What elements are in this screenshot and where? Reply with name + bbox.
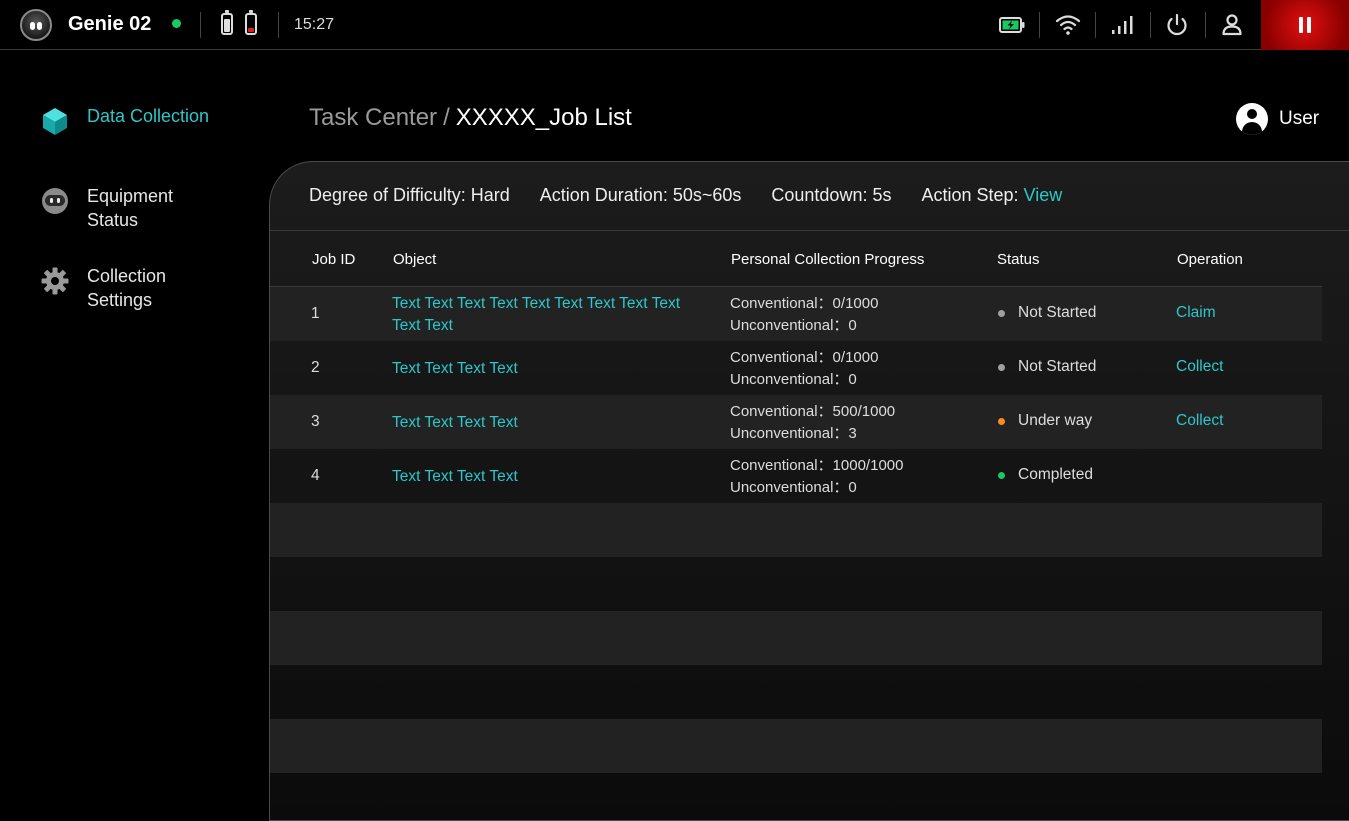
table-row: 4 Text Text Text Text Conventional：1000/… (270, 449, 1322, 503)
power-icon[interactable] (1162, 10, 1192, 40)
battery-icon (221, 10, 233, 35)
divider (1039, 12, 1040, 38)
page-title: XXXXX_Job List (455, 104, 632, 131)
object-link[interactable]: Text Text Text Text (392, 466, 712, 488)
pause-icon (1299, 17, 1303, 33)
column-header-operation: Operation (1177, 251, 1243, 268)
breadcrumb-separator: / (443, 104, 450, 131)
collection-progress: Conventional：500/1000 Unconventional：3 (730, 401, 895, 445)
job-id: 1 (311, 305, 320, 322)
user-name: User (1279, 108, 1320, 129)
breadcrumb: Task Center / XXXXX_Job List (309, 104, 632, 132)
cube-icon (43, 108, 67, 135)
top-status-bar: Genie 02 15:27 (0, 0, 1349, 50)
sidebar: Data Collection Equipment Status Collect… (0, 51, 270, 806)
avatar-icon (1236, 103, 1268, 135)
status-badge: Under way (998, 412, 1092, 430)
online-status-dot (172, 19, 181, 28)
status-dot (998, 363, 1005, 371)
sidebar-item-label: Equipment Status (87, 186, 174, 230)
clock: 15:27 (294, 16, 335, 33)
conventional-progress: Conventional：1000/1000 (730, 457, 904, 474)
divider (278, 12, 279, 38)
job-id: 4 (311, 467, 320, 484)
empty-row (270, 557, 1322, 611)
column-header-object: Object (393, 251, 437, 268)
unconventional-progress: Unconventional：3 (730, 425, 857, 442)
status-dot (998, 309, 1005, 317)
table-row: 2 Text Text Text Text Conventional：0/100… (270, 341, 1322, 395)
table-row: 1 Text Text Text Text Text Text Text Tex… (270, 287, 1322, 341)
conventional-progress: Conventional：0/1000 (730, 295, 879, 312)
status-dot (998, 417, 1005, 425)
column-header-job-id: Job ID (312, 251, 356, 268)
empty-row (270, 611, 1322, 665)
user-menu[interactable]: User (1236, 103, 1319, 135)
status-badge: Completed (998, 466, 1093, 484)
column-header-status: Status (997, 251, 1040, 268)
conventional-progress: Conventional：0/1000 (730, 349, 879, 366)
status-text: Under way (1018, 412, 1093, 429)
unconventional-progress: Unconventional：0 (730, 371, 857, 388)
divider (1205, 12, 1206, 38)
charging-battery-icon (999, 17, 1025, 33)
column-header-progress: Personal Collection Progress (731, 251, 925, 268)
job-list-panel: Degree of Difficulty: Hard Action Duratio… (269, 161, 1349, 821)
sidebar-item-label: Data Collection (87, 106, 210, 126)
collection-progress: Conventional：1000/1000 Unconventional：0 (730, 455, 903, 499)
difficulty-info: Degree of Difficulty: Hard (309, 185, 510, 205)
claim-button[interactable]: Claim (1176, 304, 1216, 322)
action-step-view-link[interactable]: View (1024, 185, 1063, 205)
breadcrumb-parent-link[interactable]: Task Center (309, 104, 437, 131)
sidebar-item-equipment-status[interactable]: Equipment Status (40, 184, 217, 232)
divider (200, 12, 201, 38)
duration-info: Action Duration: 50s~60s (539, 185, 742, 205)
object-link[interactable]: Text Text Text Text (392, 412, 712, 434)
gear-icon (41, 267, 69, 295)
empty-row (270, 719, 1322, 773)
sidebar-item-label: Collection Settings (87, 266, 167, 310)
object-link[interactable]: Text Text Text Text (392, 358, 712, 380)
sidebar-item-collection-settings[interactable]: Collection Settings (40, 264, 217, 312)
robot-icon (42, 188, 68, 214)
job-id: 3 (311, 413, 320, 430)
status-badge: Not Started (998, 304, 1096, 322)
sidebar-item-data-collection[interactable]: Data Collection (40, 104, 217, 136)
divider (1095, 12, 1096, 38)
pause-icon (1307, 17, 1311, 33)
status-text: Completed (1018, 466, 1093, 483)
device-name: Genie 02 (68, 13, 152, 35)
divider (1150, 12, 1151, 38)
status-badge: Not Started (998, 358, 1096, 376)
task-meta-info: Degree of Difficulty: Hard Action Duratio… (309, 185, 1062, 206)
status-dot (998, 471, 1005, 479)
robot-logo-icon (20, 9, 52, 41)
empty-row (270, 665, 1322, 719)
table-row: 3 Text Text Text Text Conventional：500/1… (270, 395, 1322, 449)
battery-low-icon (245, 10, 257, 35)
table-header: Job ID Object Personal Collection Progre… (270, 231, 1322, 287)
collect-button[interactable]: Collect (1176, 358, 1223, 376)
unconventional-progress: Unconventional：0 (730, 479, 857, 496)
countdown-info: Countdown: 5s (771, 185, 892, 205)
conventional-progress: Conventional：500/1000 (730, 403, 896, 420)
user-icon[interactable] (1217, 10, 1247, 40)
status-text: Not Started (1018, 304, 1097, 321)
empty-row (270, 503, 1322, 557)
object-link[interactable]: Text Text Text Text Text Text Text Text … (392, 293, 712, 337)
wifi-icon (1055, 15, 1081, 35)
action-step-label: Action Step: (921, 185, 1019, 205)
job-id: 2 (311, 359, 320, 376)
collect-button[interactable]: Collect (1176, 412, 1223, 430)
collection-progress: Conventional：0/1000 Unconventional：0 (730, 293, 878, 337)
status-text: Not Started (1018, 358, 1097, 375)
signal-icon (1112, 16, 1133, 34)
unconventional-progress: Unconventional：0 (730, 317, 857, 334)
pause-button[interactable] (1261, 0, 1349, 50)
collection-progress: Conventional：0/1000 Unconventional：0 (730, 347, 878, 391)
